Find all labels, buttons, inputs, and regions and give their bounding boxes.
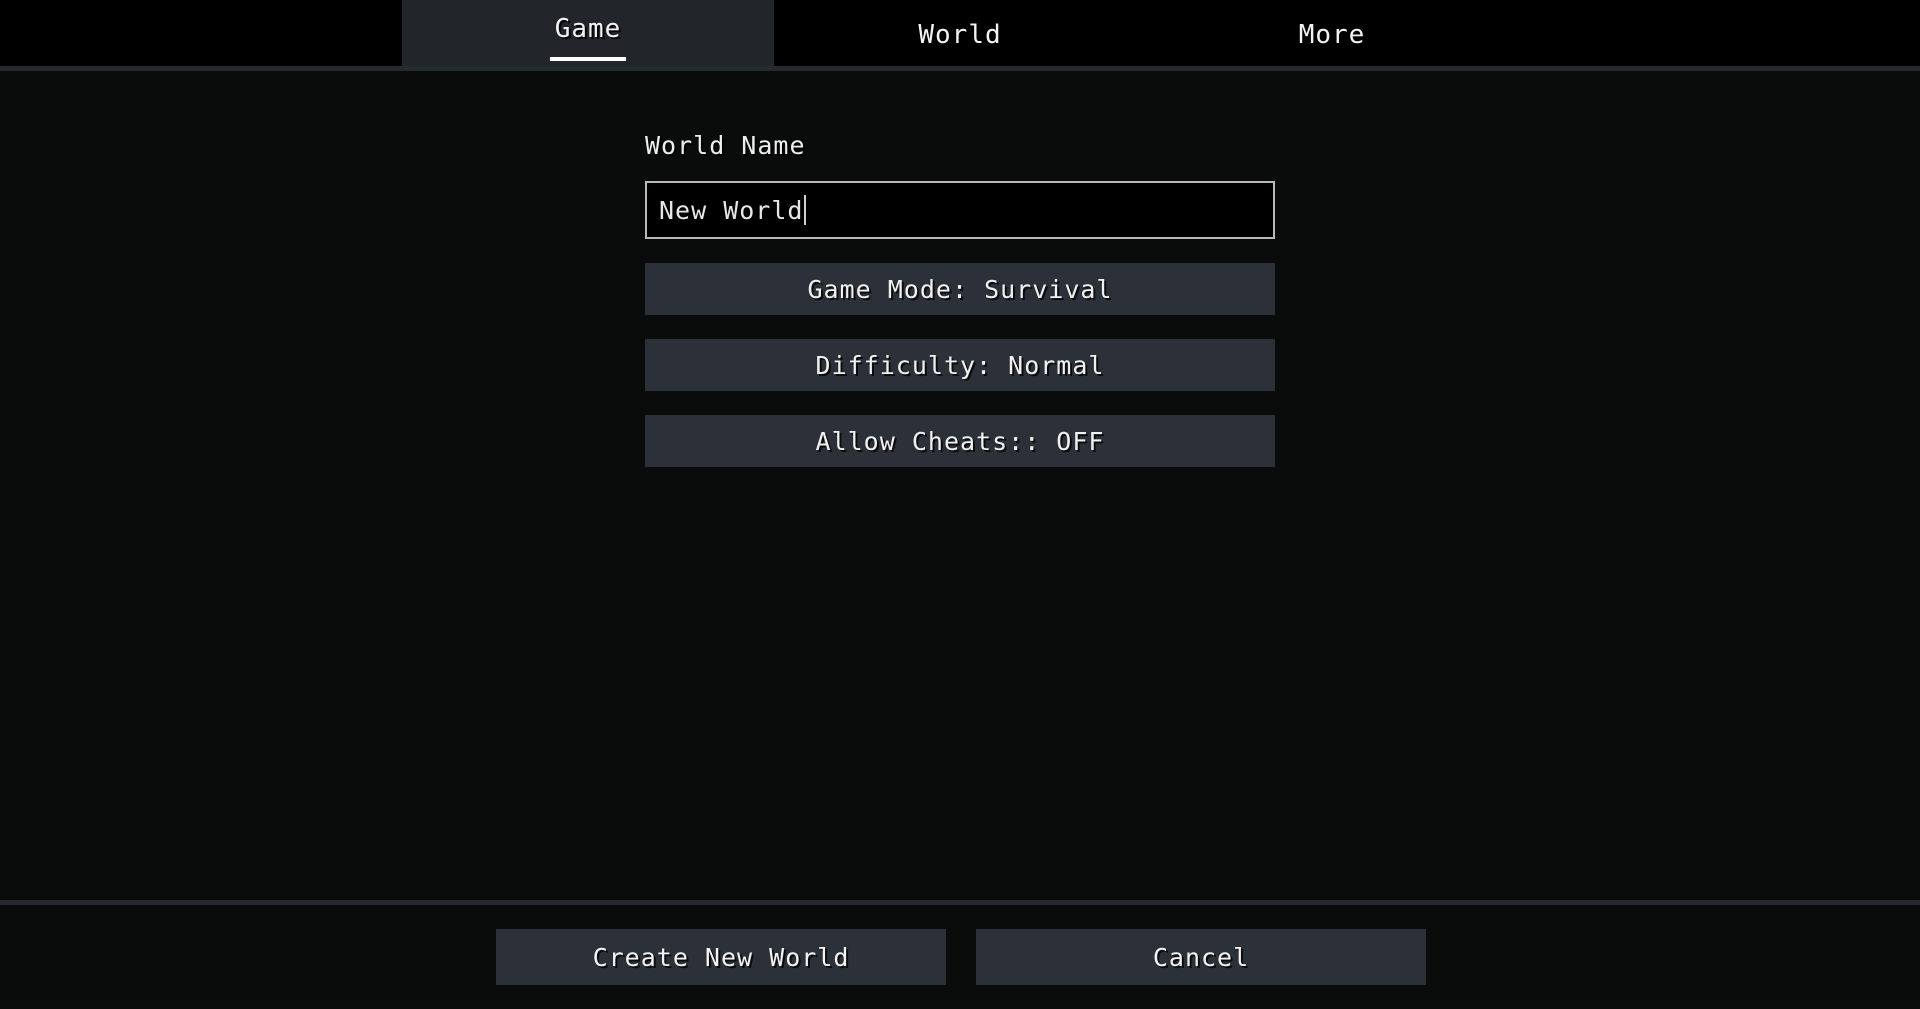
settings-content-area: World Name New World Game Mode: Survival… (0, 71, 1920, 900)
tab-game-label: Game (554, 14, 622, 44)
world-name-input-value: New World (659, 195, 804, 225)
tab-more-label: More (1298, 20, 1366, 50)
footer-button-group: Create New World Cancel (496, 929, 1426, 985)
game-settings-panel: World Name New World Game Mode: Survival… (645, 71, 1275, 467)
tab-world[interactable]: World (774, 0, 1146, 66)
tab-game[interactable]: Game (402, 0, 774, 66)
tab-strip: Game World More (402, 0, 1518, 66)
game-mode-label: Game Mode: Survival (807, 274, 1113, 304)
tab-world-label: World (918, 20, 1002, 50)
cancel-button[interactable]: Cancel (976, 929, 1426, 985)
footer-bar: Create New World Cancel (0, 905, 1920, 1009)
cancel-label: Cancel (1152, 942, 1250, 972)
difficulty-label: Difficulty: Normal (815, 350, 1105, 380)
create-new-world-label: Create New World (592, 942, 850, 972)
allow-cheats-button[interactable]: Allow Cheats:: OFF (645, 415, 1275, 467)
world-creation-screen: Game World More World Name New World Gam… (0, 0, 1920, 1009)
world-name-input[interactable]: New World (645, 181, 1275, 239)
tab-active-underline (550, 57, 626, 61)
world-name-label: World Name (645, 131, 806, 160)
allow-cheats-label: Allow Cheats:: OFF (815, 426, 1105, 456)
tab-bar: Game World More (0, 0, 1920, 66)
difficulty-button[interactable]: Difficulty: Normal (645, 339, 1275, 391)
tab-more[interactable]: More (1146, 0, 1518, 66)
text-cursor-icon (804, 195, 807, 225)
game-mode-button[interactable]: Game Mode: Survival (645, 263, 1275, 315)
create-new-world-button[interactable]: Create New World (496, 929, 946, 985)
